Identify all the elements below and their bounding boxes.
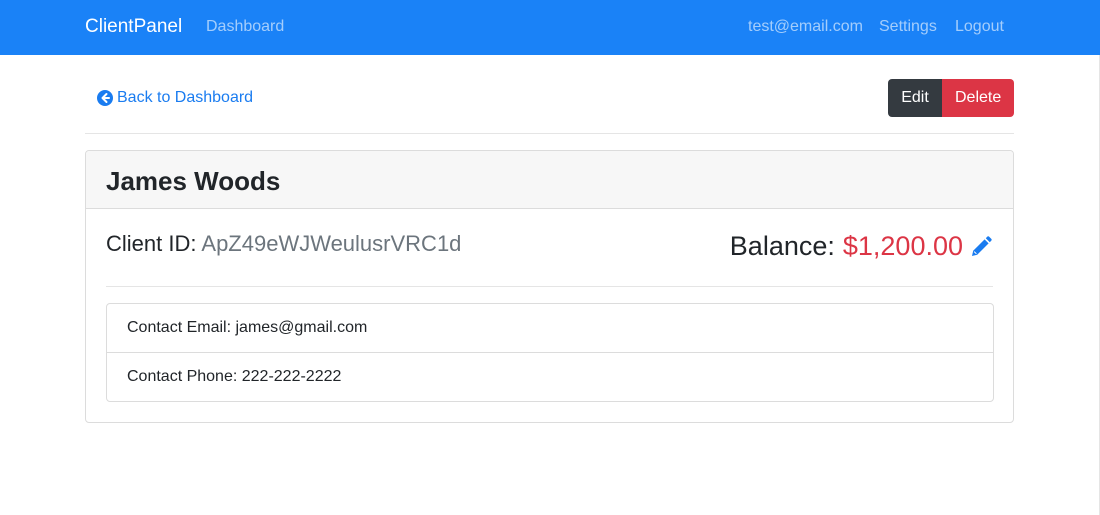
balance-row: Balance: $1,200.00 <box>730 231 993 262</box>
top-navbar: ClientPanel Dashboard test@email.com Set… <box>0 0 1100 55</box>
card-header: James Woods <box>86 151 1013 209</box>
balance-value: $1,200.00 <box>842 231 963 261</box>
client-details-card: James Woods Client ID: ApZ49eWJWeulusrVR… <box>85 150 1014 423</box>
action-button-group: Edit Delete <box>888 79 1014 117</box>
balance-label: Balance: <box>729 231 835 261</box>
client-id-label: Client ID: <box>106 231 197 256</box>
contact-email-item: Contact Email: james@gmail.com <box>107 304 993 353</box>
divider <box>85 133 1014 134</box>
client-id-row: Client ID: ApZ49eWJWeulusrVRC1d <box>106 231 461 257</box>
contact-list: Contact Email: james@gmail.com Contact P… <box>106 303 994 402</box>
card-divider <box>106 286 993 287</box>
back-to-dashboard-label: Back to Dashboard <box>117 89 254 106</box>
edit-button[interactable]: Edit <box>888 79 942 117</box>
nav-logout-link[interactable]: Logout <box>955 18 1004 36</box>
brand-link[interactable]: ClientPanel <box>85 16 182 38</box>
client-id-value: ApZ49eWJWeulusrVRC1d <box>201 231 462 256</box>
delete-button[interactable]: Delete <box>942 79 1014 117</box>
nav-dashboard-link[interactable]: Dashboard <box>206 18 284 36</box>
pencil-icon[interactable] <box>969 235 993 259</box>
client-name-heading: James Woods <box>106 166 281 196</box>
nav-user-email-link[interactable]: test@email.com <box>748 18 863 36</box>
arrow-circle-left-icon <box>97 90 113 106</box>
back-to-dashboard-link[interactable]: Back to Dashboard <box>97 89 253 107</box>
contact-phone-item: Contact Phone: 222-222-2222 <box>127 368 342 385</box>
nav-settings-link[interactable]: Settings <box>879 18 937 36</box>
